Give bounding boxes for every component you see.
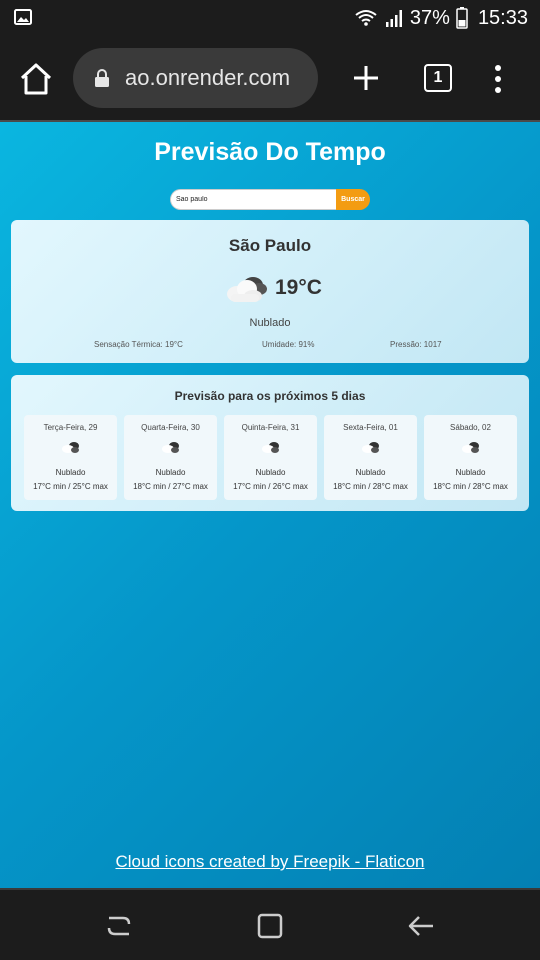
search-form: Buscar: [170, 189, 370, 210]
forecast-card: Previsão para os próximos 5 dias Terça-F…: [11, 375, 529, 511]
plus-icon[interactable]: [352, 64, 380, 92]
status-icons: 37% 15:33: [354, 4, 528, 32]
page-title: Previsão Do Tempo: [154, 138, 386, 166]
forecast-day-name: Sexta-Feira, 01: [343, 423, 398, 432]
forecast-condition: Nublado: [255, 468, 286, 477]
forecast-range: 18°C min / 28°C max: [333, 482, 408, 491]
pressure: Pressão: 1017: [390, 340, 442, 349]
search-button[interactable]: Buscar: [336, 189, 370, 210]
cloud-icon: [362, 442, 379, 453]
forecast-title: Previsão para os próximos 5 dias: [174, 389, 366, 403]
system-nav-bar: [0, 890, 540, 960]
current-weather-card: São Paulo 19°C Nublado Sensação Térmica:…: [11, 220, 529, 363]
humidity: Umidade: 91%: [262, 340, 315, 349]
forecast-range: 17°C min / 25°C max: [33, 482, 108, 491]
icon-credit-link[interactable]: Cloud icons created by Freepik - Flatico…: [0, 852, 540, 872]
current-condition: Nublado: [249, 317, 291, 329]
forecast-day: Sábado, 02 Nublado 18°C min / 28°C max: [424, 415, 517, 500]
forecast-day: Sexta-Feira, 01 Nublado 18°C min / 28°C …: [324, 415, 417, 500]
forecast-day-name: Sábado, 02: [450, 423, 491, 432]
cloud-icon: [462, 442, 479, 453]
forecast-day: Quinta-Feira, 31 Nublado 17°C min / 26°C…: [224, 415, 317, 500]
home-square-icon[interactable]: [256, 912, 284, 940]
cloud-icon: [262, 442, 279, 453]
battery-icon: [456, 7, 468, 29]
forecast-day-name: Quarta-Feira, 30: [141, 423, 200, 432]
forecast-range: 17°C min / 26°C max: [233, 482, 308, 491]
signal-icon: [385, 10, 402, 27]
forecast-range: 18°C min / 28°C max: [433, 482, 508, 491]
address-bar[interactable]: ao.onrender.com: [73, 48, 318, 108]
tab-count: 1: [433, 69, 443, 86]
forecast-day-name: Terça-Feira, 29: [43, 423, 98, 432]
forecast-day-name: Quinta-Feira, 31: [241, 423, 300, 432]
cloud-icon: [62, 442, 79, 453]
forecast-condition: Nublado: [455, 468, 486, 477]
cloud-icon: [227, 277, 267, 302]
current-temperature: 19°C: [275, 276, 322, 299]
status-bar: 37% 15:33: [0, 0, 540, 36]
city-name: São Paulo: [228, 236, 312, 255]
lock-icon: [95, 69, 109, 87]
forecast-condition: Nublado: [55, 468, 86, 477]
city-search-input[interactable]: [170, 189, 336, 210]
tabs-button[interactable]: 1: [424, 64, 452, 92]
browser-toolbar: ao.onrender.com 1: [0, 36, 540, 120]
current-temp-row: 19°C: [225, 272, 322, 304]
url-text: ao.onrender.com: [125, 65, 291, 90]
battery-percent: 37%: [409, 6, 450, 29]
wifi-icon: [355, 10, 377, 26]
back-icon[interactable]: [407, 912, 435, 940]
forecast-day: Terça-Feira, 29 Nublado 17°C min / 25°C …: [24, 415, 117, 500]
home-icon[interactable]: [18, 62, 54, 96]
more-vert-icon[interactable]: [494, 64, 502, 94]
forecast-condition: Nublado: [155, 468, 186, 477]
weather-page: Previsão Do Tempo Buscar São Paulo 19°C …: [0, 122, 540, 888]
cloud-icon: [162, 442, 179, 453]
feels-like: Sensação Térmica: 19°C: [94, 340, 183, 349]
forecast-day: Quarta-Feira, 30 Nublado 18°C min / 27°C…: [124, 415, 217, 500]
forecast-range: 18°C min / 27°C max: [133, 482, 208, 491]
image-icon: [14, 9, 32, 25]
recents-icon[interactable]: [105, 912, 133, 940]
clock: 15:33: [477, 6, 528, 29]
forecast-condition: Nublado: [355, 468, 386, 477]
